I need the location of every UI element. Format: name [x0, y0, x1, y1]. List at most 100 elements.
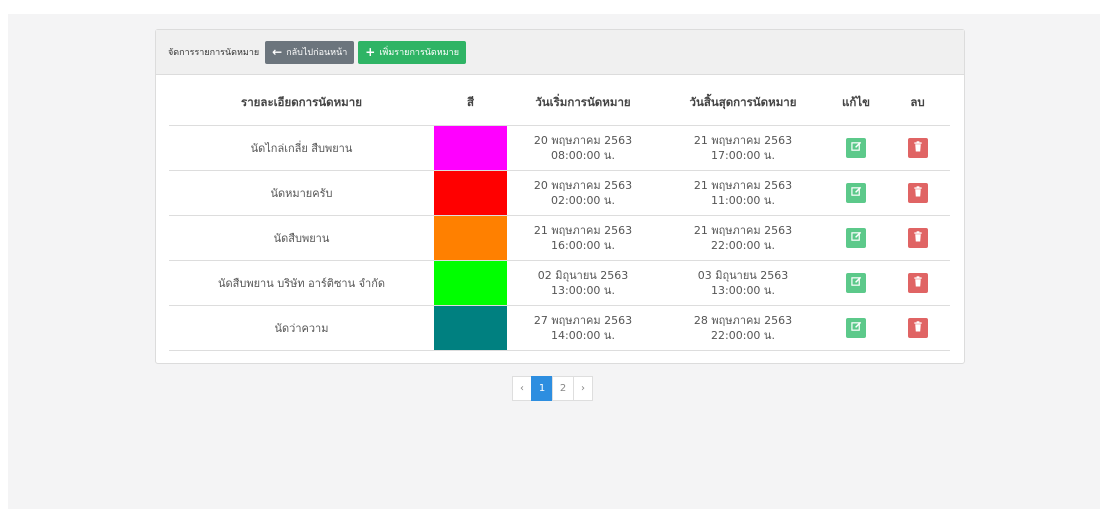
trash-icon: [913, 320, 923, 336]
edit-icon: [850, 321, 862, 336]
color-cell: [434, 125, 507, 171]
end-date: 21 พฤษภาคม 2563: [693, 179, 793, 192]
pagination-next[interactable]: ›: [573, 376, 593, 401]
end-time: 22:00:00 น.: [711, 239, 775, 252]
color-cell: [434, 170, 507, 216]
end-datetime: 21 พฤษภาคม 2563 11:00:00 น.: [659, 170, 827, 216]
start-time: 16:00:00 น.: [551, 239, 615, 252]
table-row: นัดสืบพยาน บริษัท อาร์ติซาน จำกัด 02 มิถุ…: [169, 260, 950, 306]
table-row: นัดว่าความ 27 พฤษภาคม 2563 14:00:00 น. 28 พ…: [169, 305, 950, 351]
column-header-delete: ลบ: [885, 81, 950, 126]
color-swatch: [434, 126, 507, 170]
page-title: จัดการรายการนัดหมาย: [168, 48, 260, 58]
end-datetime: 21 พฤษภาคม 2563 17:00:00 น.: [659, 125, 827, 171]
delete-cell: [885, 260, 950, 306]
start-date: 27 พฤษภาคม 2563: [533, 314, 633, 327]
end-datetime: 21 พฤษภาคม 2563 22:00:00 น.: [659, 215, 827, 261]
end-date: 03 มิถุนายน 2563: [697, 269, 789, 282]
column-header-start: วันเริ่มการนัดหมาย: [507, 81, 659, 126]
color-swatch: [434, 171, 507, 215]
table-row: นัดสืบพยาน 21 พฤษภาคม 2563 16:00:00 น. 21 พ…: [169, 215, 950, 261]
table-header-row: รายละเอียดการนัดหมาย สี วันเริ่มการนัดหม…: [169, 81, 950, 126]
pagination-prev[interactable]: ‹: [512, 376, 532, 401]
edit-cell: [827, 170, 885, 216]
delete-cell: [885, 170, 950, 216]
color-cell: [434, 215, 507, 261]
end-date: 21 พฤษภาคม 2563: [693, 134, 793, 147]
start-time: 08:00:00 น.: [551, 149, 615, 162]
edit-cell: [827, 260, 885, 306]
edit-cell: [827, 305, 885, 351]
appointments-table: รายละเอียดการนัดหมาย สี วันเริ่มการนัดหม…: [169, 81, 950, 351]
end-time: 13:00:00 น.: [711, 284, 775, 297]
panel-header: จัดการรายการนัดหมาย ← กลับไปก่อนหน้า + เ…: [156, 30, 964, 75]
delete-cell: [885, 305, 950, 351]
start-datetime: 21 พฤษภาคม 2563 16:00:00 น.: [507, 215, 659, 261]
start-date: 20 พฤษภาคม 2563: [533, 134, 633, 147]
end-time: 22:00:00 น.: [711, 329, 775, 342]
pagination-page-2[interactable]: 2: [552, 376, 574, 401]
pagination-page-1[interactable]: 1: [531, 376, 553, 401]
appointments-panel: จัดการรายการนัดหมาย ← กลับไปก่อนหน้า + เ…: [155, 29, 965, 364]
appointment-detail: นัดไกล่เกลี่ย สืบพยาน: [169, 125, 434, 171]
start-time: 13:00:00 น.: [551, 284, 615, 297]
delete-cell: [885, 215, 950, 261]
end-time: 17:00:00 น.: [711, 149, 775, 162]
color-swatch: [434, 306, 507, 350]
back-button-label: กลับไปก่อนหน้า: [286, 48, 348, 58]
delete-button[interactable]: [907, 183, 928, 203]
edit-icon: [850, 231, 862, 246]
end-date: 21 พฤษภาคม 2563: [693, 224, 793, 237]
column-header-end: วันสิ้นสุดการนัดหมาย: [659, 81, 827, 126]
edit-button[interactable]: [846, 228, 866, 248]
delete-button[interactable]: [907, 228, 928, 248]
plus-icon: +: [365, 45, 376, 59]
start-datetime: 27 พฤษภาคม 2563 14:00:00 น.: [507, 305, 659, 351]
trash-icon: [913, 275, 923, 291]
end-datetime: 28 พฤษภาคม 2563 22:00:00 น.: [659, 305, 827, 351]
delete-cell: [885, 125, 950, 171]
start-time: 14:00:00 น.: [551, 329, 615, 342]
appointment-detail: นัดสืบพยาน: [169, 215, 434, 261]
color-cell: [434, 260, 507, 306]
start-date: 21 พฤษภาคม 2563: [533, 224, 633, 237]
add-button-label: เพิ่มรายการนัดหมาย: [379, 48, 459, 58]
start-date: 02 มิถุนายน 2563: [537, 269, 629, 282]
pagination: ‹ 1 2 ›: [512, 376, 593, 401]
column-header-color: สี: [434, 81, 507, 126]
start-time: 02:00:00 น.: [551, 194, 615, 207]
appointment-detail: นัดสืบพยาน บริษัท อาร์ติซาน จำกัด: [169, 260, 434, 306]
edit-button[interactable]: [846, 273, 866, 293]
trash-icon: [913, 230, 923, 246]
end-time: 11:00:00 น.: [711, 194, 775, 207]
edit-button[interactable]: [846, 183, 866, 203]
edit-button[interactable]: [846, 318, 866, 338]
edit-cell: [827, 125, 885, 171]
start-date: 20 พฤษภาคม 2563: [533, 179, 633, 192]
start-datetime: 02 มิถุนายน 2563 13:00:00 น.: [507, 260, 659, 306]
add-appointment-button[interactable]: + เพิ่มรายการนัดหมาย: [358, 40, 466, 64]
column-header-detail: รายละเอียดการนัดหมาย: [169, 81, 434, 126]
color-cell: [434, 305, 507, 351]
edit-button[interactable]: [846, 138, 866, 158]
edit-icon: [850, 276, 862, 291]
edit-icon: [850, 141, 862, 156]
delete-button[interactable]: [907, 138, 928, 158]
appointment-detail: นัดหมายครับ: [169, 170, 434, 216]
table-row: นัดไกล่เกลี่ย สืบพยาน 20 พฤษภาคม 2563 08:0…: [169, 125, 950, 171]
appointment-detail: นัดว่าความ: [169, 305, 434, 351]
edit-icon: [850, 186, 862, 201]
end-datetime: 03 มิถุนายน 2563 13:00:00 น.: [659, 260, 827, 306]
color-swatch: [434, 261, 507, 305]
trash-icon: [913, 140, 923, 156]
table-row: นัดหมายครับ 20 พฤษภาคม 2563 02:00:00 น. 21 …: [169, 170, 950, 216]
start-datetime: 20 พฤษภาคม 2563 08:00:00 น.: [507, 125, 659, 171]
color-swatch: [434, 216, 507, 260]
back-button[interactable]: ← กลับไปก่อนหน้า: [265, 40, 355, 64]
end-date: 28 พฤษภาคม 2563: [693, 314, 793, 327]
arrow-left-icon: ←: [272, 45, 283, 59]
edit-cell: [827, 215, 885, 261]
column-header-edit: แก้ไข: [827, 81, 885, 126]
delete-button[interactable]: [907, 273, 928, 293]
delete-button[interactable]: [907, 318, 928, 338]
